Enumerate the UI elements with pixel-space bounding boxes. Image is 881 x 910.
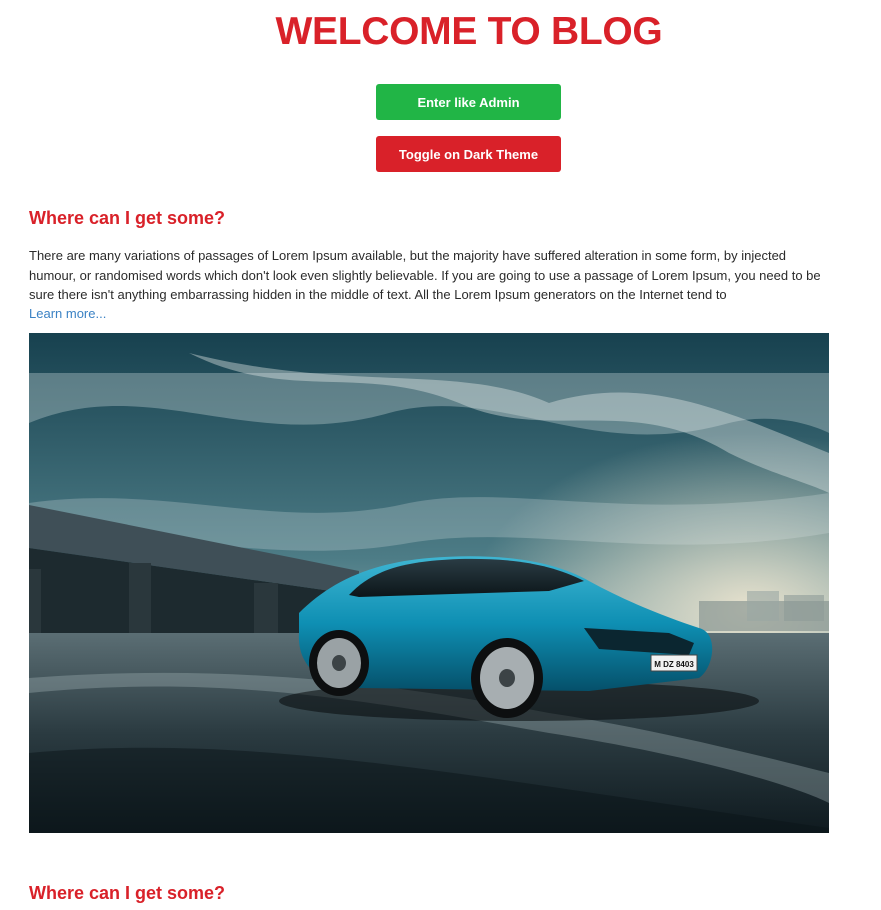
svg-text:M DZ 8403: M DZ 8403 [654, 660, 694, 669]
learn-more-link[interactable]: Learn more... [29, 306, 106, 321]
post-excerpt: There are many variations of passages of… [29, 248, 821, 302]
toggle-dark-theme-button[interactable]: Toggle on Dark Theme [376, 136, 561, 172]
enter-admin-button[interactable]: Enter like Admin [376, 84, 561, 120]
blog-page: WELCOME TO BLOG Enter like Admin Toggle … [0, 0, 881, 910]
page-title: WELCOME TO BLOG [275, 10, 663, 53]
blog-post: Where can I get some? [29, 880, 829, 906]
blog-post: Where can I get some? There are many var… [29, 205, 829, 323]
post-title: Where can I get some? [29, 208, 226, 228]
post-image-car: M DZ 8403 [29, 333, 829, 833]
post-title: Where can I get some? [29, 883, 226, 903]
